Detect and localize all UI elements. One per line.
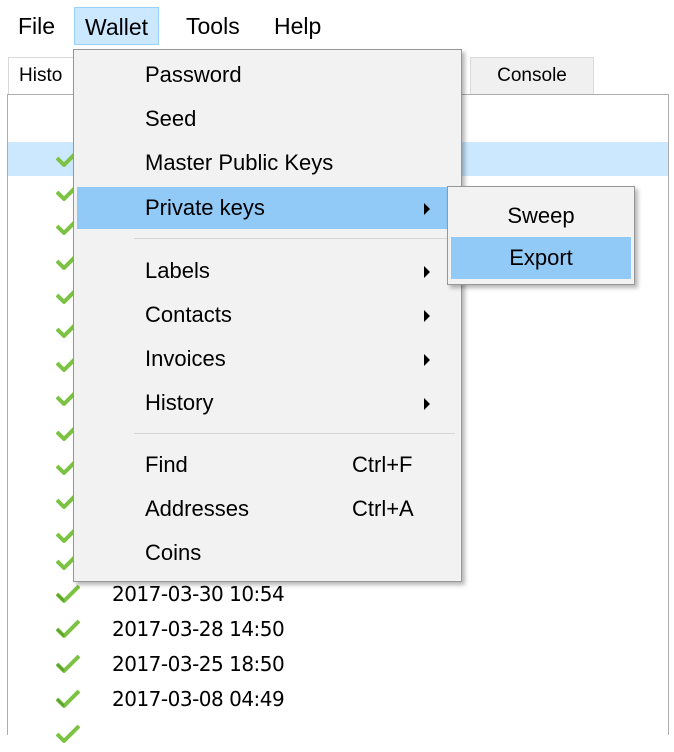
menu-item-label: Password xyxy=(145,62,242,87)
menu-item-find[interactable]: Find Ctrl+F xyxy=(77,444,458,486)
menu-item-label: Export xyxy=(509,245,573,270)
menu-item-label: Private keys xyxy=(145,195,265,220)
menu-item-seed[interactable]: Seed xyxy=(77,98,458,140)
menu-item-label: Find xyxy=(145,452,188,477)
history-date: 2017-03-28 14:50 xyxy=(112,617,285,641)
checkmark-icon xyxy=(56,654,80,673)
menu-item-master-public-keys[interactable]: Master Public Keys xyxy=(77,142,458,184)
menu-separator xyxy=(134,238,455,239)
checkmark-icon xyxy=(56,216,73,236)
menu-item-coins[interactable]: Coins xyxy=(77,532,458,574)
table-row[interactable]: 2017-03-08 04:49 xyxy=(8,683,668,717)
menu-item-label: Master Public Keys xyxy=(145,150,334,175)
menu-item-password[interactable]: Password xyxy=(77,54,458,96)
menu-separator xyxy=(134,433,455,434)
chevron-right-icon xyxy=(424,203,430,215)
checkmark-icon xyxy=(56,456,73,476)
menu-help[interactable]: Help xyxy=(264,7,331,45)
chevron-right-icon xyxy=(424,266,430,278)
menu-item-label: Seed xyxy=(145,106,197,131)
menu-item-label: Labels xyxy=(145,258,210,283)
menu-item-sweep[interactable]: Sweep xyxy=(451,195,631,237)
menu-item-history[interactable]: History xyxy=(77,382,458,424)
checkmark-icon xyxy=(56,490,73,510)
history-date: 2017-03-08 04:49 xyxy=(112,687,285,711)
menu-item-label: Invoices xyxy=(145,346,226,371)
table-row[interactable]: 2017-03-25 18:50 xyxy=(8,648,668,682)
shortcut-label: Ctrl+A xyxy=(352,496,414,521)
checkmark-icon xyxy=(56,251,73,271)
menu-item-private-keys[interactable]: Private keys xyxy=(77,187,458,229)
checkmark-icon xyxy=(56,724,80,743)
menu-item-label: Sweep xyxy=(507,203,575,228)
menu-item-label: Coins xyxy=(145,540,202,565)
table-row[interactable] xyxy=(8,718,668,752)
shortcut-label: Ctrl+F xyxy=(352,452,413,477)
checkmark-icon xyxy=(56,584,80,603)
chevron-right-icon xyxy=(424,398,430,410)
checkmark-icon xyxy=(56,387,73,407)
wallet-menu: Password Seed Master Public Keys Private… xyxy=(73,49,462,582)
menu-file[interactable]: File xyxy=(8,7,65,45)
checkmark-icon xyxy=(56,182,73,202)
checkmark-icon xyxy=(56,619,80,638)
menu-bar: File Wallet Tools Help xyxy=(0,0,674,50)
menu-item-labels[interactable]: Labels xyxy=(77,250,458,292)
menu-tools[interactable]: Tools xyxy=(176,7,250,45)
checkmark-icon xyxy=(56,524,73,544)
chevron-right-icon xyxy=(424,354,430,366)
checkmark-icon xyxy=(56,353,73,373)
menu-item-label: Addresses xyxy=(145,496,249,521)
checkmark-icon xyxy=(56,285,73,305)
checkmark-icon xyxy=(56,319,73,339)
menu-item-addresses[interactable]: Addresses Ctrl+A xyxy=(77,488,458,530)
menu-wallet[interactable]: Wallet xyxy=(74,7,160,45)
tab-console[interactable]: Console xyxy=(470,57,594,94)
checkmark-icon xyxy=(56,422,73,442)
menu-item-label: Contacts xyxy=(145,302,232,327)
chevron-right-icon xyxy=(424,310,430,322)
checkmark-icon xyxy=(56,148,73,168)
table-row[interactable]: 2017-03-30 10:54 xyxy=(8,578,668,612)
checkmark-icon xyxy=(56,551,73,571)
menu-item-export[interactable]: Export xyxy=(451,237,631,279)
history-date: 2017-03-30 10:54 xyxy=(112,582,285,606)
private-keys-submenu: Sweep Export xyxy=(447,186,635,285)
history-date: 2017-03-25 18:50 xyxy=(112,652,285,676)
menu-item-contacts[interactable]: Contacts xyxy=(77,294,458,336)
menu-item-invoices[interactable]: Invoices xyxy=(77,338,458,380)
menu-item-label: History xyxy=(145,390,214,415)
table-row[interactable]: 2017-03-28 14:50 xyxy=(8,613,668,647)
checkmark-icon xyxy=(56,689,80,708)
